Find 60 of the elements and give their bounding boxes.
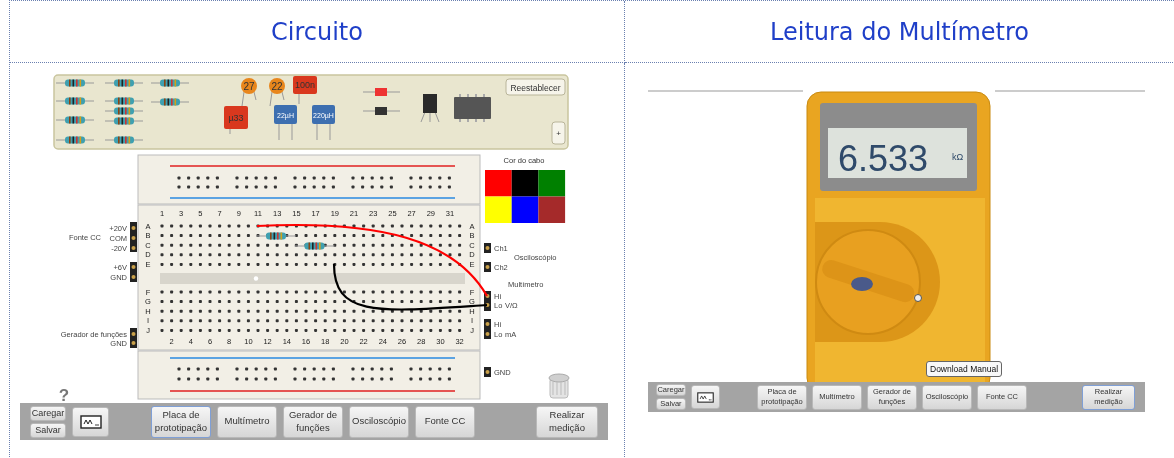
terminal-strip[interactable] xyxy=(484,291,491,311)
instrument-tab[interactable]: Gerador de funções xyxy=(283,405,343,438)
resistor-icon[interactable] xyxy=(104,117,144,125)
capacitor-icon[interactable] xyxy=(224,106,248,135)
wire[interactable] xyxy=(332,263,488,311)
terminal-strip[interactable] xyxy=(484,243,491,253)
terminal-strip[interactable] xyxy=(484,367,491,377)
capacitor-label: µ33 xyxy=(228,113,244,123)
resistor-icon[interactable] xyxy=(150,79,190,87)
color-swatch[interactable] xyxy=(485,196,512,223)
meter-unit: kΩ xyxy=(952,152,964,162)
display-button[interactable] xyxy=(72,406,109,437)
instrument-tab[interactable]: Multímetro xyxy=(217,405,277,438)
instrument-tab[interactable]: Osciloscópio xyxy=(349,405,409,438)
color-swatch[interactable] xyxy=(538,196,566,223)
terminal-strip[interactable] xyxy=(130,222,137,252)
inductor-icon[interactable] xyxy=(274,105,297,141)
reset-button[interactable]: Reestablecer xyxy=(505,78,566,96)
color-swatch[interactable] xyxy=(485,170,512,197)
save-button[interactable]: Salvar xyxy=(30,422,66,438)
resistor-icon[interactable] xyxy=(104,136,144,144)
capacitor-label: 22 xyxy=(271,80,283,92)
resistor-icon[interactable] xyxy=(293,242,336,250)
terminal-strip[interactable] xyxy=(484,319,491,339)
terminal-strip[interactable] xyxy=(130,262,137,282)
column-heading: Circuito xyxy=(271,17,363,46)
waveform-icon xyxy=(79,414,102,429)
capacitor-label: 27 xyxy=(243,80,255,92)
column-heading: Leitura do Multímetro xyxy=(770,17,1029,46)
load-button[interactable]: Caregar xyxy=(30,405,66,421)
chip-icon[interactable] xyxy=(454,94,491,122)
add-button[interactable]: + xyxy=(551,121,566,145)
instrument-tab[interactable]: Placa de prototipação xyxy=(151,405,211,438)
resistor-icon[interactable] xyxy=(104,79,144,87)
terminal-strip[interactable] xyxy=(130,328,137,348)
resistor-icon[interactable] xyxy=(55,136,95,144)
wire[interactable] xyxy=(256,223,488,297)
help-icon[interactable]: ? xyxy=(58,386,70,403)
resistor-icon[interactable] xyxy=(55,79,95,87)
color-swatch[interactable] xyxy=(538,170,566,197)
capacitor-icon[interactable] xyxy=(241,78,257,107)
resistor-icon[interactable] xyxy=(255,232,297,240)
measure-button[interactable]: Realizar medição xyxy=(536,405,598,438)
terminal-strip[interactable] xyxy=(484,262,491,272)
meter-reading: 6.533 xyxy=(838,138,929,179)
capacitor-label: 100n xyxy=(295,80,315,90)
color-swatch[interactable] xyxy=(511,170,539,197)
transistor-icon[interactable] xyxy=(420,94,440,123)
capacitor-icon[interactable] xyxy=(293,76,317,105)
resistor-icon[interactable] xyxy=(150,98,190,106)
resistor-icon[interactable] xyxy=(55,97,95,105)
resistor-icon[interactable] xyxy=(104,97,144,105)
instrument-tab[interactable]: Fonte CC xyxy=(415,405,475,438)
download-manual-button[interactable]: Download Manual xyxy=(926,361,1003,377)
display-button[interactable] xyxy=(691,385,720,409)
diode-icon[interactable] xyxy=(362,107,401,115)
resistor-icon[interactable] xyxy=(104,107,144,115)
inductor-icon[interactable] xyxy=(312,105,335,141)
waveform-icon xyxy=(697,391,714,403)
resistor-icon[interactable] xyxy=(55,116,95,124)
